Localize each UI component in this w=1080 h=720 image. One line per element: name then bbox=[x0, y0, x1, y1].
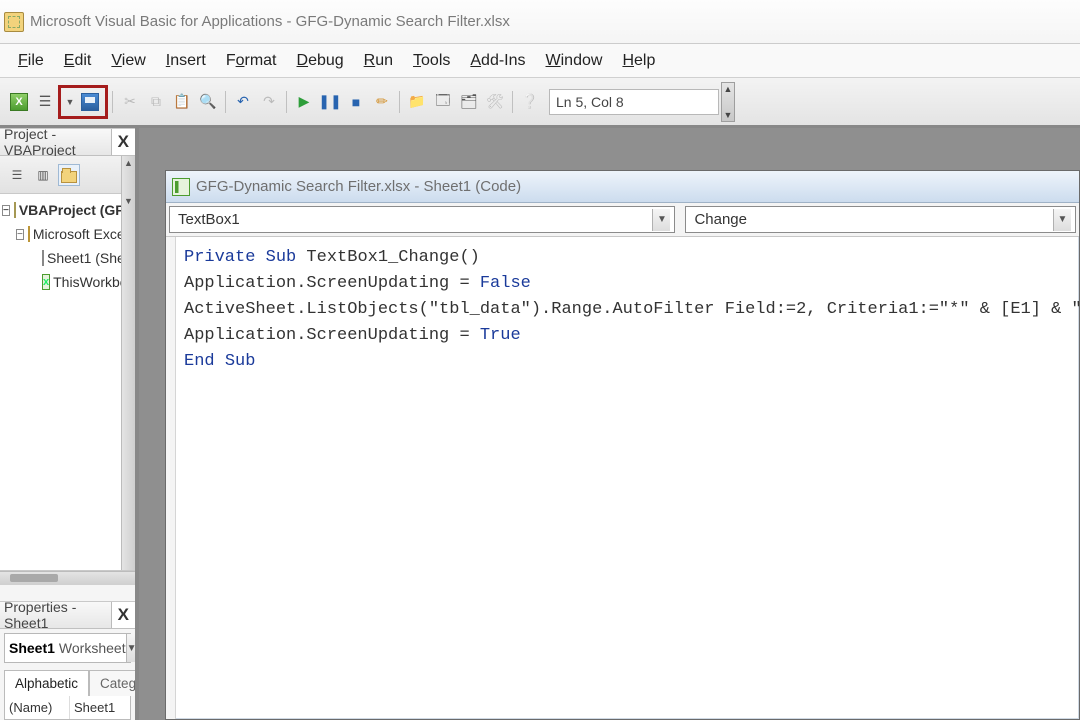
close-project-explorer-button[interactable]: X bbox=[111, 129, 135, 155]
menu-run[interactable]: Run bbox=[354, 48, 403, 74]
menu-edit[interactable]: Edit bbox=[54, 48, 102, 74]
window-title: Microsoft Visual Basic for Applications … bbox=[30, 13, 510, 30]
tree-label: Sheet1 (Shee bbox=[47, 250, 121, 266]
save-button[interactable] bbox=[79, 91, 101, 113]
menu-tools[interactable]: Tools bbox=[403, 48, 460, 74]
properties-object-combo[interactable]: Sheet1 Worksheet ▼ bbox=[4, 633, 131, 663]
procedure-combo-value: Change bbox=[694, 211, 747, 228]
tab-alphabetic[interactable]: Alphabetic bbox=[4, 670, 89, 696]
view-code-button[interactable]: ☰ bbox=[6, 164, 28, 186]
tree-project-root[interactable]: − VBAProject (GFG-Dy bbox=[2, 198, 121, 222]
find-button[interactable]: 🔍 bbox=[197, 91, 219, 113]
paste-button[interactable]: 📋 bbox=[171, 91, 193, 113]
code-combo-row: TextBox1 ▼ Change ▼ bbox=[166, 203, 1079, 237]
property-row[interactable]: (Name) Sheet1 bbox=[5, 696, 130, 719]
project-hscrollbar[interactable] bbox=[0, 571, 135, 585]
code-window-titlebar[interactable]: GFG-Dynamic Search Filter.xlsx - Sheet1 … bbox=[166, 171, 1079, 203]
properties-grid: (Name) Sheet1 bbox=[4, 695, 131, 720]
separator bbox=[112, 91, 113, 113]
cut-button[interactable]: ✂ bbox=[119, 91, 141, 113]
menu-format[interactable]: Format bbox=[216, 48, 287, 74]
combo-object-name: Sheet1 bbox=[5, 640, 55, 656]
object-browser-button[interactable]: 🗂 bbox=[458, 91, 480, 113]
object-combo-value: TextBox1 bbox=[178, 211, 240, 228]
project-explorer-header: Project - VBAProject X bbox=[0, 128, 135, 156]
insert-object-button[interactable]: ☰ bbox=[34, 91, 56, 113]
copy-button[interactable]: ⧉ bbox=[145, 91, 167, 113]
design-mode-button[interactable]: ✏ bbox=[371, 91, 393, 113]
toolbox-button[interactable]: 🛠 bbox=[484, 91, 506, 113]
close-properties-button[interactable]: X bbox=[111, 602, 135, 628]
menu-addins[interactable]: Add-Ins bbox=[460, 48, 535, 74]
menu-insert[interactable]: Insert bbox=[156, 48, 216, 74]
chevron-down-icon[interactable]: ▼ bbox=[652, 209, 670, 231]
tree-thisworkbook[interactable]: x ThisWorkbook bbox=[2, 270, 121, 294]
property-value[interactable]: Sheet1 bbox=[70, 696, 130, 719]
project-icon bbox=[14, 202, 16, 218]
project-explorer-toolbar: ☰ ▥ bbox=[0, 156, 121, 194]
view-excel-button[interactable]: X bbox=[8, 91, 30, 113]
worksheet-icon bbox=[42, 250, 44, 266]
tree-sheet1[interactable]: Sheet1 (Shee bbox=[2, 246, 121, 270]
folder-icon bbox=[28, 226, 30, 242]
project-scrollbar[interactable]: ▼ bbox=[121, 194, 135, 570]
menu-debug[interactable]: Debug bbox=[287, 48, 354, 74]
project-scrollbar[interactable]: ▲ bbox=[121, 156, 135, 194]
tree-label: Microsoft Excel Ob bbox=[33, 226, 121, 242]
menu-bar: File Edit View Insert Format Debug Run T… bbox=[0, 44, 1080, 78]
tree-label: VBAProject (GFG-Dy bbox=[19, 202, 121, 218]
project-tree[interactable]: − VBAProject (GFG-Dy − Microsoft Excel O… bbox=[0, 194, 121, 570]
properties-tabs: Alphabetic Categorized bbox=[4, 669, 131, 695]
collapse-icon[interactable]: − bbox=[2, 205, 10, 216]
menu-help[interactable]: Help bbox=[612, 48, 665, 74]
code-window: GFG-Dynamic Search Filter.xlsx - Sheet1 … bbox=[165, 170, 1080, 720]
save-highlight: ▼ bbox=[58, 85, 108, 119]
combo-object-type: Worksheet bbox=[55, 640, 126, 656]
view-object-button[interactable]: ▥ bbox=[32, 164, 54, 186]
code-margin[interactable] bbox=[166, 237, 176, 719]
run-button[interactable]: ▶ bbox=[293, 91, 315, 113]
separator bbox=[512, 91, 513, 113]
chevron-down-icon[interactable]: ▼ bbox=[1053, 209, 1071, 231]
procedure-combo[interactable]: Change ▼ bbox=[685, 206, 1076, 233]
separator bbox=[286, 91, 287, 113]
workbook-icon: x bbox=[42, 274, 50, 290]
insert-dropdown[interactable]: ▼ bbox=[65, 91, 75, 113]
properties-title: Properties - Sheet1 bbox=[4, 599, 111, 631]
mdi-area: GFG-Dynamic Search Filter.xlsx - Sheet1 … bbox=[135, 128, 1080, 720]
menu-window[interactable]: Window bbox=[536, 48, 613, 74]
toggle-folders-button[interactable] bbox=[58, 164, 80, 186]
property-name: (Name) bbox=[5, 696, 70, 719]
help-button[interactable]: ❔ bbox=[519, 91, 541, 113]
separator bbox=[399, 91, 400, 113]
toolbar-grip[interactable]: ▲▼ bbox=[721, 82, 735, 122]
tree-label: ThisWorkbook bbox=[53, 274, 121, 290]
tree-excel-objects-folder[interactable]: − Microsoft Excel Ob bbox=[2, 222, 121, 246]
collapse-icon[interactable]: − bbox=[16, 229, 24, 240]
main-toolbar: X ☰ ▼ ✂ ⧉ 📋 🔍 ↶ ↷ ▶ ❚❚ ■ ✏ 📁 🗔 🗂 🛠 ❔ Ln … bbox=[0, 78, 1080, 128]
menu-file[interactable]: File bbox=[8, 48, 54, 74]
break-button[interactable]: ❚❚ bbox=[319, 91, 341, 113]
app-icon bbox=[4, 12, 24, 32]
undo-button[interactable]: ↶ bbox=[232, 91, 254, 113]
project-explorer-button[interactable]: 📁 bbox=[406, 91, 428, 113]
redo-button[interactable]: ↷ bbox=[258, 91, 280, 113]
code-window-title: GFG-Dynamic Search Filter.xlsx - Sheet1 … bbox=[196, 178, 521, 195]
object-combo[interactable]: TextBox1 ▼ bbox=[169, 206, 675, 233]
separator bbox=[225, 91, 226, 113]
reset-button[interactable]: ■ bbox=[345, 91, 367, 113]
code-module-icon bbox=[172, 178, 190, 196]
title-bar: Microsoft Visual Basic for Applications … bbox=[0, 0, 1080, 44]
project-explorer-title: Project - VBAProject bbox=[4, 126, 111, 158]
properties-window-button[interactable]: 🗔 bbox=[432, 91, 454, 113]
line-column-indicator: Ln 5, Col 8 bbox=[549, 89, 719, 115]
menu-view[interactable]: View bbox=[101, 48, 155, 74]
code-editor[interactable]: Private Sub TextBox1_Change() Applicatio… bbox=[176, 237, 1079, 719]
properties-header: Properties - Sheet1 X bbox=[0, 601, 135, 629]
